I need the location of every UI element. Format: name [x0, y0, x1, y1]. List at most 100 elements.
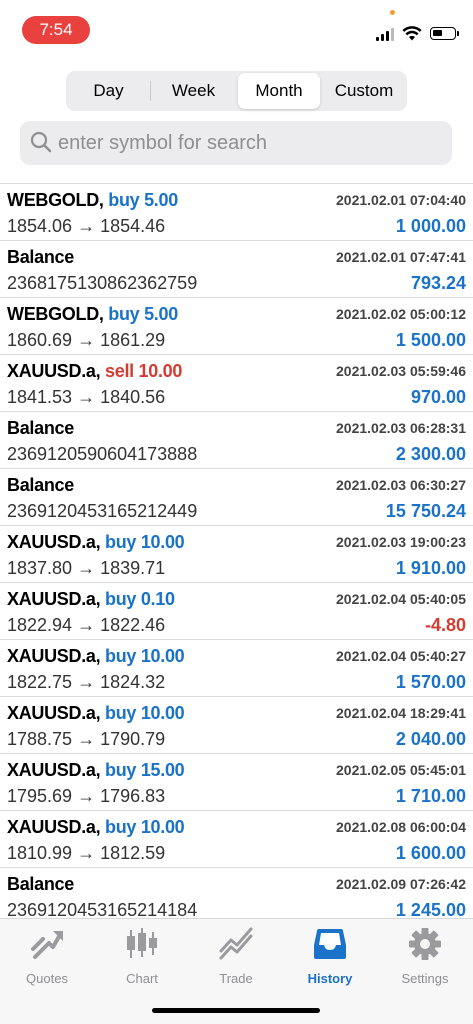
- row-amount: 793.24: [410, 273, 466, 293]
- row-datetime: 2021.02.05 05:45:01: [336, 762, 466, 778]
- row-detail: 1788.75 → 1790.79: [7, 729, 166, 749]
- row-detail: 2369120453165212449: [7, 501, 198, 521]
- tab-quotes[interactable]: Quotes: [0, 927, 94, 987]
- row-action: buy 5.00: [108, 304, 178, 324]
- history-icon: [314, 929, 346, 959]
- row-detail: 1860.69 → 1861.29: [7, 330, 166, 350]
- history-row[interactable]: Balance 2369120453165212449 2021.02.03 06:…: [0, 469, 473, 526]
- row-amount: 15 750.24: [385, 501, 466, 521]
- period-tab-custom[interactable]: Custom: [323, 73, 405, 109]
- history-row[interactable]: WEBGOLD, buy 5.00 1860.69 → 1861.29 2021.0…: [0, 298, 473, 355]
- row-amount: 2 300.00: [395, 444, 466, 464]
- tab-history-label: History: [307, 971, 353, 986]
- wifi-icon: [402, 26, 422, 41]
- row-title: Balance: [7, 247, 74, 268]
- history-row[interactable]: WEBGOLD, buy 5.00 1854.06 → 1854.46 2021.0…: [0, 184, 473, 241]
- row-datetime: 2021.02.03 05:59:46: [336, 363, 466, 379]
- row-title: Balance: [7, 475, 74, 496]
- row-symbol: XAUUSD.a,: [7, 532, 101, 552]
- history-list: WEBGOLD, buy 5.00 1854.06 → 1854.46 2021.0…: [0, 183, 473, 918]
- row-symbol: XAUUSD.a,: [7, 817, 101, 837]
- row-title: XAUUSD.a, buy 15.00: [7, 760, 185, 781]
- row-datetime: 2021.02.03 06:30:27: [336, 477, 466, 493]
- row-action: buy 10.00: [105, 703, 185, 723]
- tab-trade[interactable]: Trade: [189, 927, 283, 987]
- tab-quotes-label: Quotes: [26, 971, 68, 986]
- history-row[interactable]: XAUUSD.a, sell 10.00 1841.53 → 1840.56 202…: [0, 355, 473, 412]
- row-datetime: 2021.02.01 07:47:41: [336, 249, 466, 265]
- row-action: buy 15.00: [105, 760, 185, 780]
- row-amount: 1 600.00: [395, 843, 466, 863]
- row-detail: 1837.80 → 1839.71: [7, 558, 166, 578]
- history-row[interactable]: XAUUSD.a, buy 10.00 1837.80 → 1839.71 2021…: [0, 526, 473, 583]
- search-icon: [30, 131, 52, 153]
- tab-history[interactable]: History: [283, 927, 377, 987]
- history-row[interactable]: XAUUSD.a, buy 10.00 1822.75 → 1824.32 2021…: [0, 640, 473, 697]
- symbol-search-input[interactable]: [58, 121, 438, 165]
- row-datetime: 2021.02.01 07:04:40: [336, 192, 466, 208]
- row-datetime: 2021.02.08 06:00:04: [336, 819, 466, 835]
- row-datetime: 2021.02.04 18:29:41: [336, 705, 466, 721]
- history-row[interactable]: Balance 2369120453165214184 2021.02.09 07:…: [0, 868, 473, 918]
- row-detail: 2369120453165214184: [7, 900, 198, 918]
- row-detail: 1854.06 → 1854.46: [7, 216, 166, 236]
- tab-chart[interactable]: Chart: [95, 927, 189, 987]
- trade-icon: [219, 927, 253, 960]
- row-detail: 1841.53 → 1840.56: [7, 387, 166, 407]
- row-symbol: WEBGOLD,: [7, 190, 104, 210]
- row-symbol: XAUUSD.a,: [7, 589, 101, 609]
- period-tab-month[interactable]: Month: [238, 73, 320, 109]
- row-amount: 1 710.00: [395, 786, 466, 806]
- row-title: XAUUSD.a, buy 10.00: [7, 703, 185, 724]
- row-title: XAUUSD.a, buy 0.10: [7, 589, 175, 610]
- row-action: buy 10.00: [105, 817, 185, 837]
- row-amount: 970.00: [410, 387, 466, 407]
- row-amount: 1 000.00: [395, 216, 466, 236]
- row-amount: 1 500.00: [395, 330, 466, 350]
- row-title: XAUUSD.a, sell 10.00: [7, 361, 182, 382]
- status-bar: 7:54: [0, 0, 473, 60]
- tab-settings[interactable]: Settings: [378, 927, 472, 987]
- row-detail: 1810.99 → 1812.59: [7, 843, 166, 863]
- row-datetime: 2021.02.09 07:26:42: [336, 876, 466, 892]
- status-time: 7:54: [22, 16, 90, 44]
- cellular-signal-icon: [376, 27, 396, 41]
- quotes-icon: [31, 931, 63, 959]
- history-row[interactable]: XAUUSD.a, buy 10.00 1788.75 → 1790.79 2021…: [0, 697, 473, 754]
- history-row[interactable]: XAUUSD.a, buy 0.10 1822.94 → 1822.46 2021.…: [0, 583, 473, 640]
- period-tab-week[interactable]: Week: [152, 73, 235, 109]
- row-detail: 1822.75 → 1824.32: [7, 672, 166, 692]
- history-row[interactable]: Balance 2368175130862362759 2021.02.01 07:…: [0, 241, 473, 298]
- tab-trade-label: Trade: [219, 971, 253, 986]
- segment-divider: [150, 81, 151, 101]
- row-symbol: Balance: [7, 475, 74, 495]
- row-symbol: XAUUSD.a,: [7, 646, 101, 666]
- row-symbol: XAUUSD.a,: [7, 703, 101, 723]
- row-datetime: 2021.02.02 05:00:12: [336, 306, 466, 322]
- symbol-search-bar[interactable]: [20, 121, 452, 165]
- row-amount: -4.80: [424, 615, 466, 635]
- row-title: XAUUSD.a, buy 10.00: [7, 532, 185, 553]
- history-row[interactable]: Balance 2369120590604173888 2021.02.03 06:…: [0, 412, 473, 469]
- period-tab-day[interactable]: Day: [68, 73, 149, 109]
- row-title: XAUUSD.a, buy 10.00: [7, 646, 185, 667]
- row-amount: 1 245.00: [395, 900, 466, 918]
- row-title: Balance: [7, 874, 74, 895]
- tab-settings-label: Settings: [401, 971, 449, 986]
- row-title: Balance: [7, 418, 74, 439]
- row-action: buy 5.00: [108, 190, 178, 210]
- row-symbol: Balance: [7, 418, 74, 438]
- row-symbol: Balance: [7, 247, 74, 267]
- row-symbol: XAUUSD.a,: [7, 361, 101, 381]
- row-datetime: 2021.02.04 05:40:05: [336, 591, 466, 607]
- row-action: buy 10.00: [105, 532, 185, 552]
- row-datetime: 2021.02.03 06:28:31: [336, 420, 466, 436]
- row-symbol: WEBGOLD,: [7, 304, 104, 324]
- chart-icon: [127, 928, 157, 958]
- row-amount: 1 910.00: [395, 558, 466, 578]
- history-row[interactable]: XAUUSD.a, buy 15.00 1795.69 → 1796.83 2021…: [0, 754, 473, 811]
- history-row[interactable]: XAUUSD.a, buy 10.00 1810.99 → 1812.59 2021…: [0, 811, 473, 868]
- row-detail: 1795.69 → 1796.83: [7, 786, 166, 806]
- row-action: sell 10.00: [105, 361, 183, 381]
- row-action: buy 10.00: [105, 646, 185, 666]
